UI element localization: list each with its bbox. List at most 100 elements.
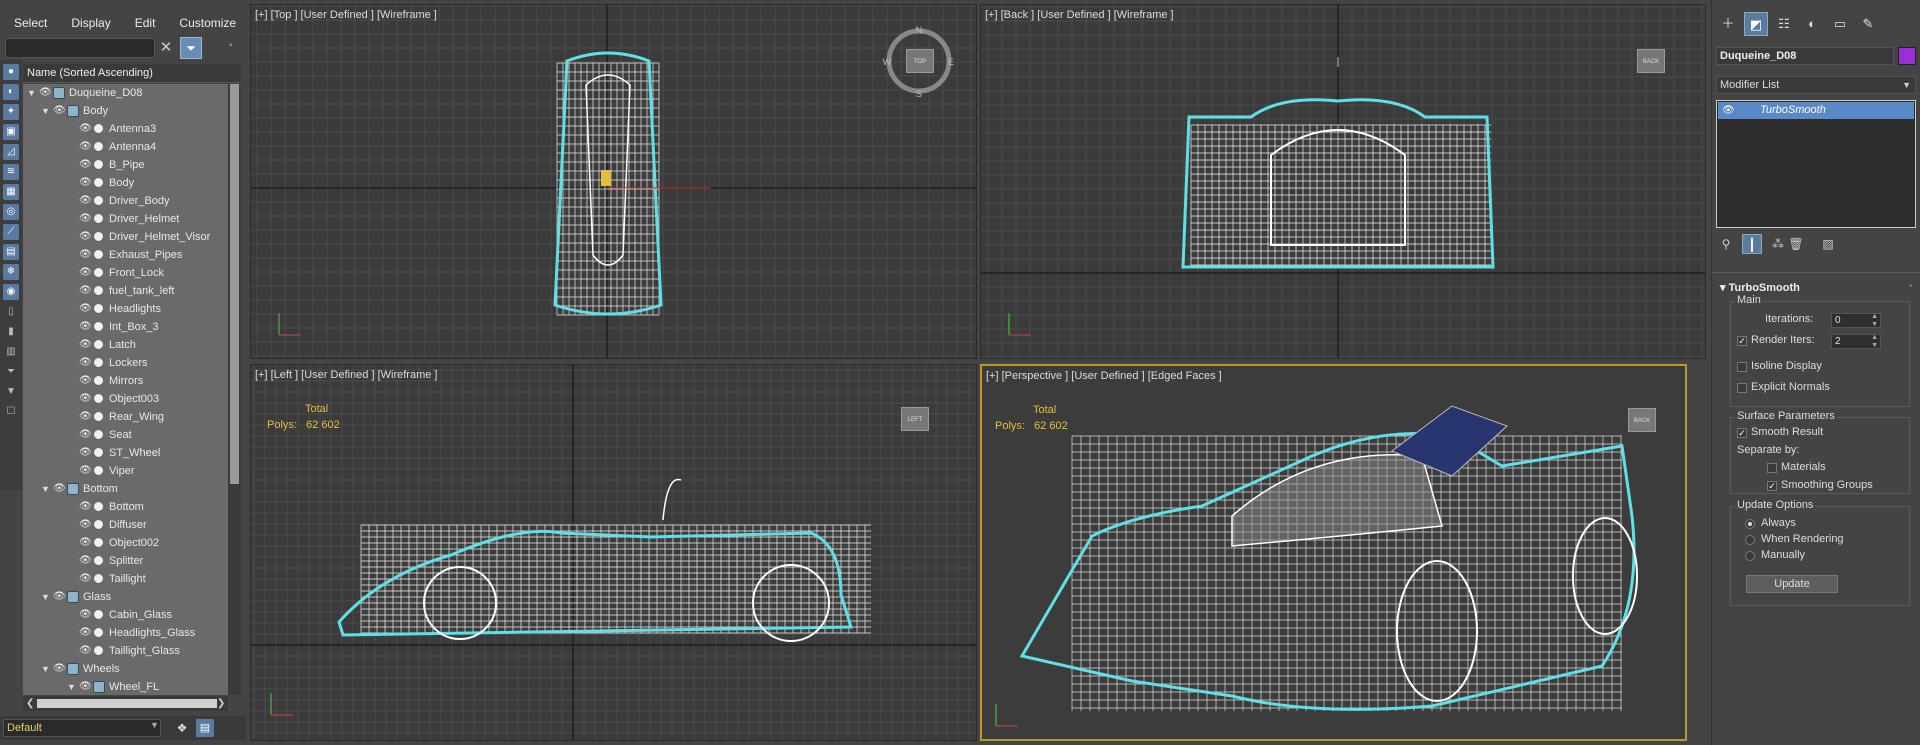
menu-edit[interactable]: Edit — [121, 10, 166, 36]
smoothing-groups-checkbox[interactable]: ✓ — [1767, 481, 1777, 491]
viewport-label[interactable]: [+] [Perspective ] [User Defined ] [Edge… — [986, 370, 1222, 382]
object-row[interactable]: 👁 fuel_tank_left — [23, 282, 228, 300]
chevron-down-icon[interactable]: ▼ — [1902, 77, 1911, 93]
object-row[interactable]: 👁 Lockers — [23, 354, 228, 372]
iterations-spinner[interactable]: 0 ▲ ▼ — [1831, 313, 1881, 328]
object-row[interactable]: 👁 Bottom — [23, 498, 228, 516]
modifier-stack-item[interactable]: 👁 TurboSmooth — [1718, 102, 1914, 119]
menu-select[interactable]: Select — [0, 10, 57, 36]
visibility-eye-icon[interactable]: 👁 — [53, 591, 66, 603]
visibility-eye-icon[interactable]: 👁 — [79, 537, 92, 549]
expand-arrow-icon[interactable]: ▼ — [41, 102, 50, 120]
viewport-perspective[interactable]: [+] [Perspective ] [User Defined ] [Edge… — [980, 364, 1687, 741]
render-iters-spinner[interactable]: 2 ▲ ▼ — [1831, 334, 1881, 349]
layers-icon[interactable]: ❖ — [173, 719, 191, 737]
object-row[interactable]: 👁 Object003 — [23, 390, 228, 408]
expand-arrow-icon[interactable]: ▼ — [41, 660, 50, 678]
layer-row[interactable]: ▼ 👁 Glass — [23, 588, 228, 606]
materials-checkbox[interactable] — [1767, 463, 1777, 473]
explorer-type-icon[interactable]: ▤ — [196, 719, 214, 737]
cameras-filter-icon[interactable]: ▣ — [3, 124, 19, 140]
visibility-eye-icon[interactable]: 👁 — [53, 105, 66, 117]
visibility-eye-icon[interactable]: 👁 — [79, 627, 92, 639]
layer-row[interactable]: ▼ 👁 Wheels — [23, 660, 228, 678]
all-filter-icon[interactable]: ▮ — [3, 324, 19, 340]
object-row[interactable]: 👁 Front_Lock — [23, 264, 228, 282]
object-row[interactable]: 👁 Taillight — [23, 570, 228, 588]
visibility-eye-icon[interactable]: 👁 — [79, 231, 92, 243]
visibility-eye-icon[interactable]: 👁 — [79, 519, 92, 531]
display-tab-icon[interactable]: ▭ — [1828, 12, 1852, 36]
remove-modifier-icon[interactable]: 🗑 — [1786, 234, 1806, 254]
shapes-filter-icon[interactable]: ◐ — [3, 84, 19, 100]
when-rendering-radio[interactable] — [1745, 535, 1755, 545]
expand-arrow-icon[interactable]: ▼ — [41, 588, 50, 606]
visibility-eye-icon[interactable]: 👁 — [39, 87, 52, 99]
visibility-eye-icon[interactable]: 👁 — [79, 177, 92, 189]
pin-stack-icon[interactable]: ⚲ — [1716, 234, 1736, 254]
chevron-down-icon[interactable]: ▼ — [150, 720, 159, 730]
object-color-swatch[interactable] — [1898, 47, 1916, 65]
expand-arrow-icon[interactable]: ▼ — [27, 84, 36, 102]
modifier-list-dropdown[interactable]: Modifier List ▼ — [1716, 76, 1916, 94]
visibility-eye-icon[interactable]: 👁 — [79, 339, 92, 351]
viewport-left[interactable]: [+] [Left ] [User Defined ] [Wireframe ]… — [250, 364, 977, 741]
scroll-right-icon[interactable]: ❯ — [217, 696, 225, 711]
none-filter-icon[interactable]: ▯ — [3, 304, 19, 320]
motion-tab-icon[interactable]: ◐ — [1800, 12, 1824, 36]
menu-display[interactable]: Display — [57, 10, 120, 36]
menu-customize[interactable]: Customize — [165, 10, 246, 36]
lights-filter-icon[interactable]: ✦ — [3, 104, 19, 120]
eye-icon[interactable]: 👁 — [1722, 102, 1735, 119]
hierarchy-tab-icon[interactable]: ☷ — [1772, 12, 1796, 36]
name-column-header[interactable]: Name (Sorted Ascending) — [23, 64, 241, 83]
smooth-result-checkbox[interactable]: ✓ — [1737, 428, 1747, 438]
object-row[interactable]: 👁 Body — [23, 174, 228, 192]
render-iters-checkbox[interactable]: ✓ — [1737, 336, 1747, 346]
visibility-eye-icon[interactable]: 👁 — [79, 213, 92, 225]
visibility-eye-icon[interactable]: 👁 — [79, 195, 92, 207]
visibility-eye-icon[interactable]: 👁 — [79, 141, 92, 153]
viewcube[interactable]: BACK — [1637, 49, 1665, 73]
scroll-left-icon[interactable]: ❮ — [26, 696, 34, 711]
layer-row[interactable]: ▼ 👁 Duqueine_D08 — [23, 84, 228, 102]
geometry-filter-icon[interactable]: ● — [3, 64, 19, 80]
viewport-top[interactable]: N E S W [+] [Top ] [User Defined ] [Wirefra… — [250, 4, 977, 359]
viewport-label[interactable]: [+] [Back ] [User Defined ] [Wireframe ] — [985, 9, 1174, 21]
visibility-eye-icon[interactable]: 👁 — [79, 393, 92, 405]
object-row[interactable]: 👁 Object002 — [23, 534, 228, 552]
visibility-eye-icon[interactable]: 👁 — [79, 465, 92, 477]
object-row[interactable]: 👁 Antenna3 — [23, 120, 228, 138]
search-input[interactable] — [5, 38, 155, 58]
visibility-eye-icon[interactable]: 👁 — [79, 681, 92, 693]
make-unique-icon[interactable]: ⁂ — [1768, 234, 1788, 254]
object-row[interactable]: 👁 Exhaust_Pipes — [23, 246, 228, 264]
layer-row[interactable]: ▼ 👁 Body — [23, 102, 228, 120]
visibility-eye-icon[interactable]: 👁 — [79, 285, 92, 297]
visibility-eye-icon[interactable]: 👁 — [79, 321, 92, 333]
visibility-eye-icon[interactable]: 👁 — [79, 645, 92, 657]
filter-icon[interactable]: ⏷ — [180, 37, 202, 59]
invert-filter-icon[interactable]: ▥ — [3, 344, 19, 360]
object-row[interactable]: 👁 Cabin_Glass — [23, 606, 228, 624]
frozen-filter-icon[interactable]: ❄ — [3, 264, 19, 280]
object-row[interactable]: 👁 Mirrors — [23, 372, 228, 390]
rollout-pin-icon[interactable]: ▪ — [1909, 281, 1912, 290]
groups-filter-icon[interactable]: ▦ — [3, 184, 19, 200]
viewport-back[interactable]: [+] [Back ] [User Defined ] [Wireframe ]… — [980, 4, 1706, 359]
close-icon[interactable]: ✕ — [158, 38, 174, 58]
tree-horizontal-scrollbar[interactable]: ❮ ❯ — [23, 696, 228, 711]
object-row[interactable]: 👁 Headlights_Glass — [23, 624, 228, 642]
create-tab-icon[interactable]: ＋ — [1716, 12, 1740, 36]
viewcube[interactable]: LEFT — [901, 407, 929, 431]
visibility-eye-icon[interactable]: 👁 — [79, 267, 92, 279]
visibility-eye-icon[interactable]: 👁 — [79, 411, 92, 423]
layer-row[interactable]: ▼ 👁 Wheel_FL — [23, 678, 228, 695]
viewport-label[interactable]: [+] [Left ] [User Defined ] [Wireframe ] — [255, 369, 437, 381]
visibility-eye-icon[interactable]: 👁 — [79, 357, 92, 369]
spacewarps-filter-icon[interactable]: ≋ — [3, 164, 19, 180]
pin-icon[interactable]: ▪ — [229, 40, 233, 51]
object-row[interactable]: 👁 ST_Wheel — [23, 444, 228, 462]
object-row[interactable]: 👁 Seat — [23, 426, 228, 444]
visibility-eye-icon[interactable]: 👁 — [79, 609, 92, 621]
